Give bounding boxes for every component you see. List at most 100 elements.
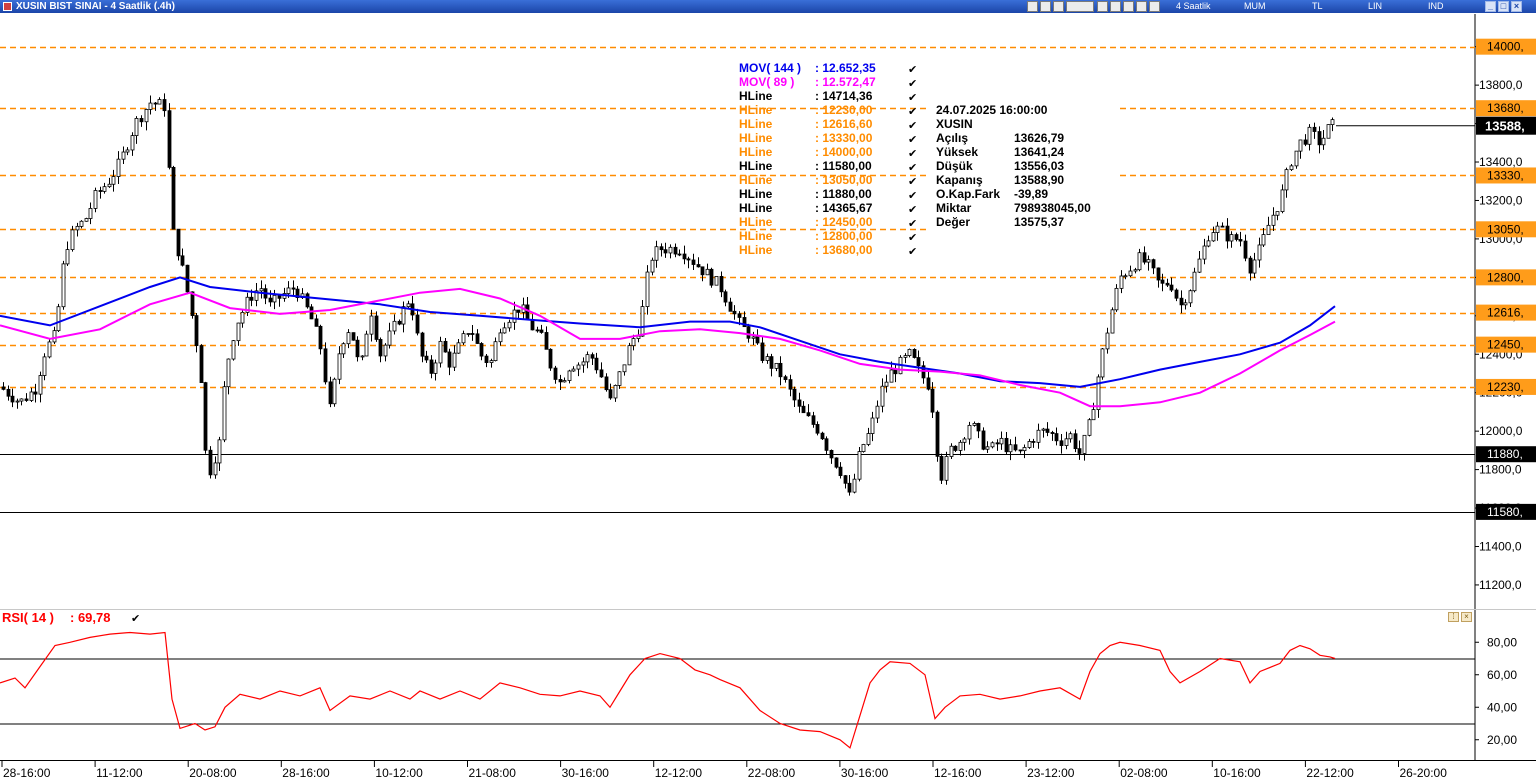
candle-body	[1110, 309, 1115, 334]
candle-body	[847, 482, 852, 493]
candle-body	[475, 333, 480, 344]
rsi-settings-icon[interactable]: ⁞	[1448, 612, 1459, 622]
candle-body	[277, 294, 282, 299]
candle-body	[1031, 441, 1036, 443]
info-row-label: Yüksek	[936, 145, 978, 159]
candle-body	[797, 399, 802, 407]
candle-body	[305, 293, 310, 308]
legend-indicator-value: : 12.572,47	[815, 75, 876, 89]
candle-body	[102, 186, 107, 192]
candle-body	[1252, 259, 1257, 274]
candle-body	[1298, 139, 1303, 152]
candle-body	[654, 246, 659, 261]
candle-body	[608, 389, 613, 399]
candle-body	[323, 348, 328, 383]
time-tick-label: 10-12:00	[375, 766, 423, 780]
hline-price-tag-label: 12450,	[1487, 338, 1524, 352]
candle-body	[1326, 124, 1331, 139]
candle-body	[1119, 275, 1124, 289]
candle-body	[705, 268, 710, 276]
candle-body	[889, 369, 894, 383]
candle-body	[130, 135, 135, 151]
candle-body	[190, 291, 195, 316]
candle-body	[981, 430, 986, 450]
candle-body	[622, 364, 627, 373]
candle-body	[732, 310, 737, 315]
candle-body	[723, 291, 728, 303]
candle-body	[291, 287, 296, 290]
candle-body	[516, 309, 521, 313]
candle-body	[650, 259, 655, 273]
candle-body	[134, 118, 139, 137]
candle-body	[1307, 126, 1312, 145]
candle-body	[369, 315, 374, 335]
candle-body	[360, 355, 365, 358]
time-tick-label: 30-16:00	[562, 766, 610, 780]
legend-indicator-value: : 13050,00	[815, 173, 873, 187]
rsi-close-icon[interactable]: ×	[1461, 612, 1472, 622]
hline-price-tag-label: 12616,	[1487, 306, 1524, 320]
candle-body	[599, 369, 604, 378]
candle-body	[548, 348, 553, 369]
candle-body	[663, 249, 668, 254]
legend-check-icon: ✔	[908, 133, 917, 146]
candle-body	[1105, 332, 1110, 350]
legend-indicator-name: HLine	[739, 243, 773, 257]
candle-body	[1050, 432, 1055, 434]
candle-body	[1004, 437, 1009, 453]
legend-indicator-name: HLine	[739, 145, 773, 159]
hline-price-tag-label: 13680,	[1487, 101, 1524, 115]
candle-body	[880, 385, 885, 407]
candle-body	[1045, 428, 1050, 433]
price-tags: 14000, 13680, 13330, 13050, 12800, 12616, 1245…	[1336, 38, 1536, 520]
time-tick-label: 23-12:00	[1027, 766, 1075, 780]
candle-body	[640, 306, 645, 337]
candle-body	[397, 320, 402, 325]
price-chart[interactable]: 14000,13800,013600,013400,013200,013000,…	[0, 0, 1536, 782]
candle-body	[765, 356, 770, 361]
candle-body	[56, 306, 61, 332]
price-tick-label: 11400,0	[1479, 539, 1522, 553]
candle-body	[1284, 169, 1289, 191]
legend-indicator-value: : 12450,00	[815, 215, 873, 229]
candle-body	[337, 353, 342, 380]
candle-body	[378, 339, 383, 357]
candle-body	[1321, 137, 1326, 146]
candle-body	[714, 276, 719, 286]
legend-check-icon: ✔	[908, 203, 917, 216]
candle-body	[935, 411, 940, 457]
candle-body	[769, 356, 774, 369]
candle-body	[677, 253, 682, 256]
candle-body	[866, 433, 871, 445]
rsi-panel: RSI( 14 ): 69,78 ✔ 80,00 60,00 40,00 20,00	[0, 610, 1517, 749]
legend-indicator-name: HLine	[739, 131, 773, 145]
legend-indicator-value: : 12.652,35	[815, 61, 876, 75]
info-symbol: XUSIN	[936, 117, 973, 131]
candle-body	[231, 340, 236, 360]
legend-check-icon: ✔	[908, 147, 917, 160]
candle-body	[507, 321, 512, 329]
candle-body	[479, 343, 484, 357]
info-row-label: O.Kap.Fark	[936, 187, 1000, 201]
candle-body	[429, 359, 434, 374]
candle-body	[424, 355, 429, 361]
candle-body	[530, 319, 535, 331]
candle-body	[38, 375, 43, 395]
price-tick-label: 11200,0	[1479, 578, 1522, 592]
candle-body	[525, 304, 530, 320]
candle-body	[88, 208, 93, 219]
candle-body	[144, 109, 149, 123]
candle-body	[1211, 232, 1216, 242]
candle-body	[1059, 440, 1064, 446]
legend-check-icon: ✔	[908, 105, 917, 118]
candle-body	[668, 246, 673, 254]
candle-body	[203, 382, 208, 451]
candle-body	[1165, 282, 1170, 286]
candle-body	[157, 99, 162, 105]
rsi-tick-label: 60,00	[1487, 668, 1517, 682]
ohlc-info-panel: 24.07.2025 16:00:00XUSINAçılış 13626,79 Yü…	[930, 100, 1120, 238]
candle-body	[374, 315, 379, 340]
candle-body	[1077, 448, 1082, 454]
info-row-value: 13588,90	[1014, 173, 1064, 187]
candle-body	[686, 258, 691, 261]
